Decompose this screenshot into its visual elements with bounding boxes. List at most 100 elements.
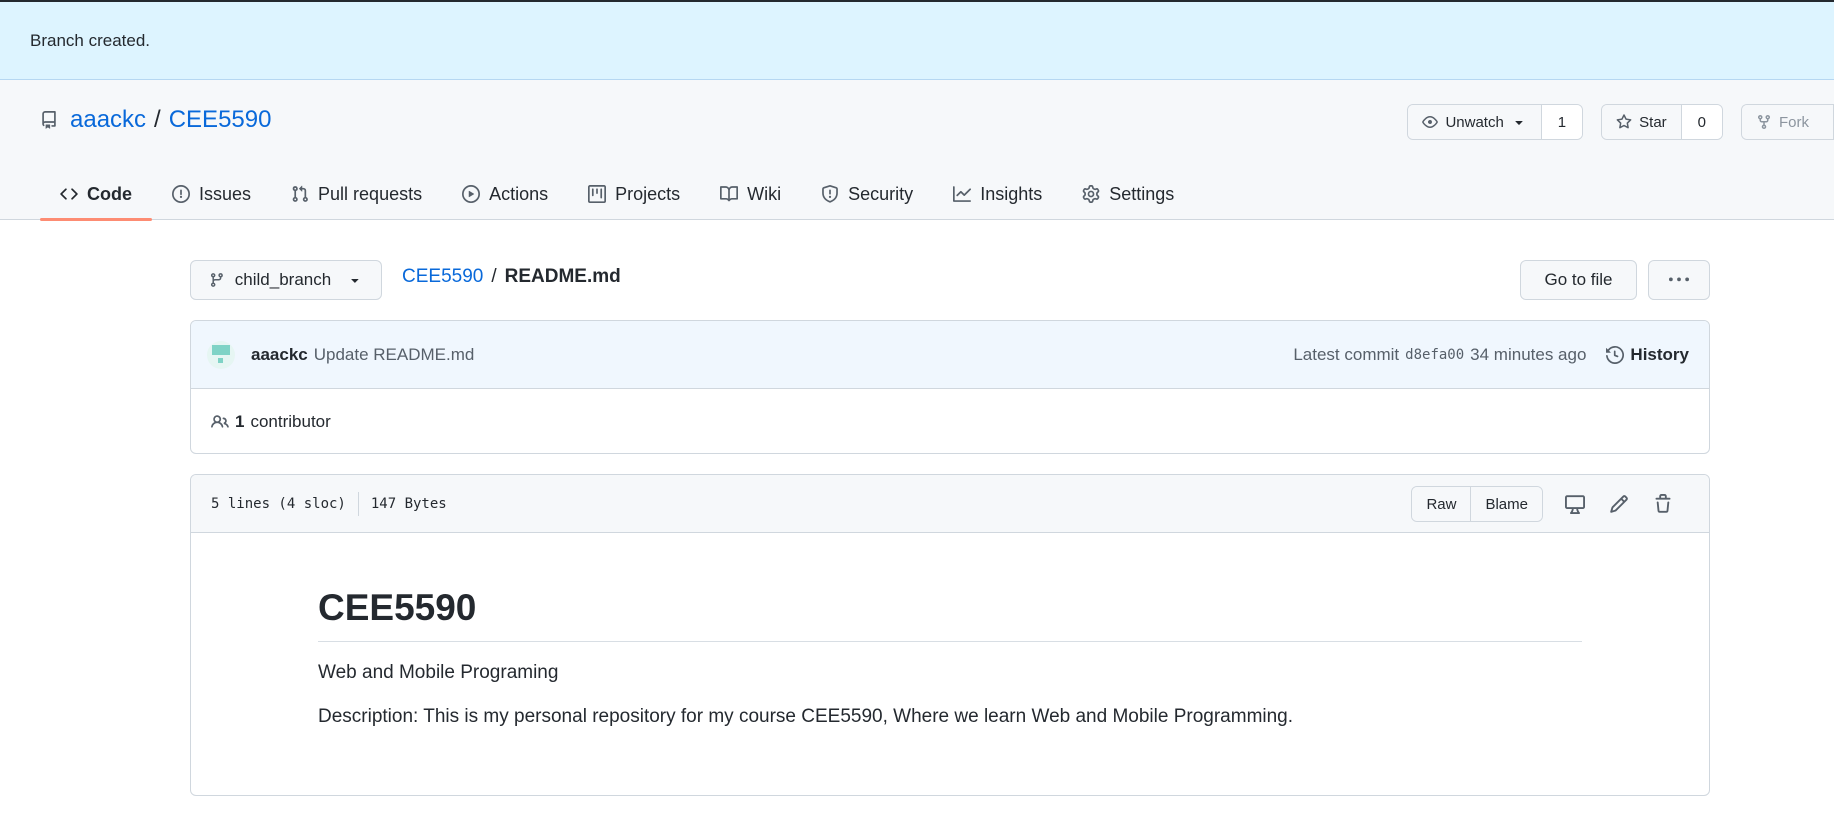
repo-actions: Unwatch 1 Star 0 Fork	[1407, 104, 1834, 140]
caret-down-icon	[1515, 121, 1523, 125]
breadcrumb-file: README.md	[504, 266, 621, 287]
readme-content: CEE5590 Web and Mobile Programing Descri…	[191, 533, 1709, 795]
file-lines: 5 lines (4 sloc)	[211, 495, 346, 512]
fork-label: Fork	[1779, 113, 1809, 131]
file-info-divider	[357, 491, 359, 516]
desktop-icon	[1565, 495, 1585, 514]
repo-name-link[interactable]: CEE5590	[169, 106, 272, 134]
desktop-button[interactable]	[1553, 486, 1597, 522]
book-icon	[720, 186, 739, 202]
history-link[interactable]: History	[1606, 345, 1689, 365]
branch-name: child_branch	[234, 270, 332, 289]
file-tools: Raw Blame	[1411, 486, 1685, 522]
tab-pull-requests[interactable]: Pull requests	[271, 168, 442, 220]
breadcrumb-repo-link[interactable]: CEE5590	[402, 266, 483, 288]
branch-icon	[210, 273, 223, 287]
commit-sha-link[interactable]: d8efa00	[1405, 347, 1464, 363]
project-icon	[588, 185, 607, 203]
file-size: 147 Bytes	[370, 495, 447, 512]
unwatch-label: Unwatch	[1445, 113, 1504, 131]
tab-security[interactable]: Security	[801, 168, 933, 220]
commit-author-link[interactable]: aaackc	[251, 345, 308, 365]
pull-request-icon	[292, 185, 308, 202]
star-count[interactable]: 0	[1681, 105, 1722, 139]
contributor-count: 1	[235, 412, 245, 431]
tab-issues-label: Issues	[199, 183, 252, 204]
repo-icon	[42, 111, 56, 129]
tab-projects-label: Projects	[615, 183, 681, 204]
play-icon	[462, 185, 481, 203]
flash-banner: Branch created.	[0, 0, 1834, 80]
star-button-group: Star 0	[1601, 104, 1723, 140]
commit-box: aaackc Update README.md Latest commit d8…	[190, 320, 1710, 454]
history-label: History	[1630, 345, 1689, 364]
latest-commit-label: Latest commit	[1293, 345, 1400, 364]
code-icon	[60, 188, 78, 200]
more-options-button[interactable]	[1648, 260, 1710, 300]
fork-button[interactable]: Fork	[1742, 105, 1834, 139]
latest-commit-row: aaackc Update README.md Latest commit d8…	[191, 321, 1709, 389]
tab-code[interactable]: Code	[40, 168, 152, 221]
file-navigation: child_branch CEE5590 / README.md Go to f…	[190, 260, 1710, 300]
watch-count[interactable]: 1	[1541, 105, 1583, 139]
tab-settings-label: Settings	[1109, 183, 1175, 204]
repo-title: aaackc / CEE5590	[40, 106, 271, 134]
commit-meta: Latest commit d8efa00 34 minutes ago His…	[1293, 321, 1689, 389]
people-icon	[211, 415, 229, 428]
caret-down-icon	[351, 279, 359, 283]
contributors-row[interactable]: 1 contributor	[191, 389, 1709, 453]
tab-security-label: Security	[848, 183, 914, 204]
trash-icon	[1655, 494, 1671, 513]
go-to-file-label: Go to file	[1544, 270, 1613, 289]
tab-settings[interactable]: Settings	[1062, 168, 1194, 220]
delete-button[interactable]	[1641, 486, 1685, 522]
tab-code-label: Code	[87, 183, 132, 204]
gear-icon	[1082, 185, 1100, 203]
kebab-horizontal-icon	[1669, 277, 1689, 282]
fork-icon	[1758, 115, 1770, 130]
readme-subtitle: Web and Mobile Programing	[318, 662, 559, 683]
tab-actions[interactable]: Actions	[442, 168, 568, 220]
tab-wiki-label: Wiki	[747, 183, 782, 204]
breadcrumb-separator: /	[491, 266, 497, 287]
flash-message: Branch created.	[30, 30, 151, 50]
pencil-icon	[1610, 495, 1628, 513]
tab-insights-label: Insights	[980, 183, 1043, 204]
star-icon	[1616, 114, 1632, 129]
unwatch-button[interactable]: Unwatch	[1408, 105, 1542, 139]
repo-tabs: Code Issues Pull requests Actions Projec…	[40, 168, 1194, 221]
tab-pull-requests-label: Pull requests	[318, 183, 423, 204]
star-label: Star	[1639, 113, 1667, 131]
history-icon	[1606, 346, 1625, 364]
tab-insights[interactable]: Insights	[933, 168, 1062, 220]
blame-button[interactable]: Blame	[1470, 487, 1542, 521]
file-header: 5 lines (4 sloc) 147 Bytes Raw Blame	[191, 475, 1709, 533]
star-button[interactable]: Star	[1602, 105, 1682, 139]
raw-button[interactable]: Raw	[1412, 487, 1471, 521]
repo-header: aaackc / CEE5590 Unwatch 1 Star 0 Fork C…	[0, 80, 1834, 221]
tab-issues[interactable]: Issues	[152, 168, 271, 220]
raw-blame-group: Raw Blame	[1411, 486, 1543, 522]
avatar[interactable]	[207, 340, 235, 369]
watch-button-group: Unwatch 1	[1407, 104, 1584, 140]
go-to-file-button[interactable]: Go to file	[1520, 260, 1637, 300]
file-box: 5 lines (4 sloc) 147 Bytes Raw Blame CEE…	[190, 474, 1710, 796]
repo-separator: /	[154, 106, 161, 133]
tab-wiki[interactable]: Wiki	[700, 168, 801, 220]
commit-time: 34 minutes ago	[1470, 345, 1587, 364]
shield-icon	[822, 185, 839, 203]
readme-title: CEE5590	[318, 587, 1582, 642]
edit-button[interactable]	[1597, 486, 1641, 522]
eye-icon	[1422, 116, 1439, 128]
tab-projects[interactable]: Projects	[568, 168, 700, 220]
fork-button-group: Fork	[1741, 104, 1834, 140]
commit-message-link[interactable]: Update README.md	[314, 345, 475, 365]
branch-select-button[interactable]: child_branch	[190, 260, 382, 300]
contributor-label: contributor	[250, 412, 331, 431]
tab-actions-label: Actions	[489, 183, 549, 204]
graph-icon	[953, 186, 972, 202]
issue-icon	[172, 185, 190, 203]
readme-description: Description: This is my personal reposit…	[318, 706, 1294, 727]
repo-owner-link[interactable]: aaackc	[70, 106, 146, 134]
breadcrumb: CEE5590 / README.md	[402, 266, 621, 288]
